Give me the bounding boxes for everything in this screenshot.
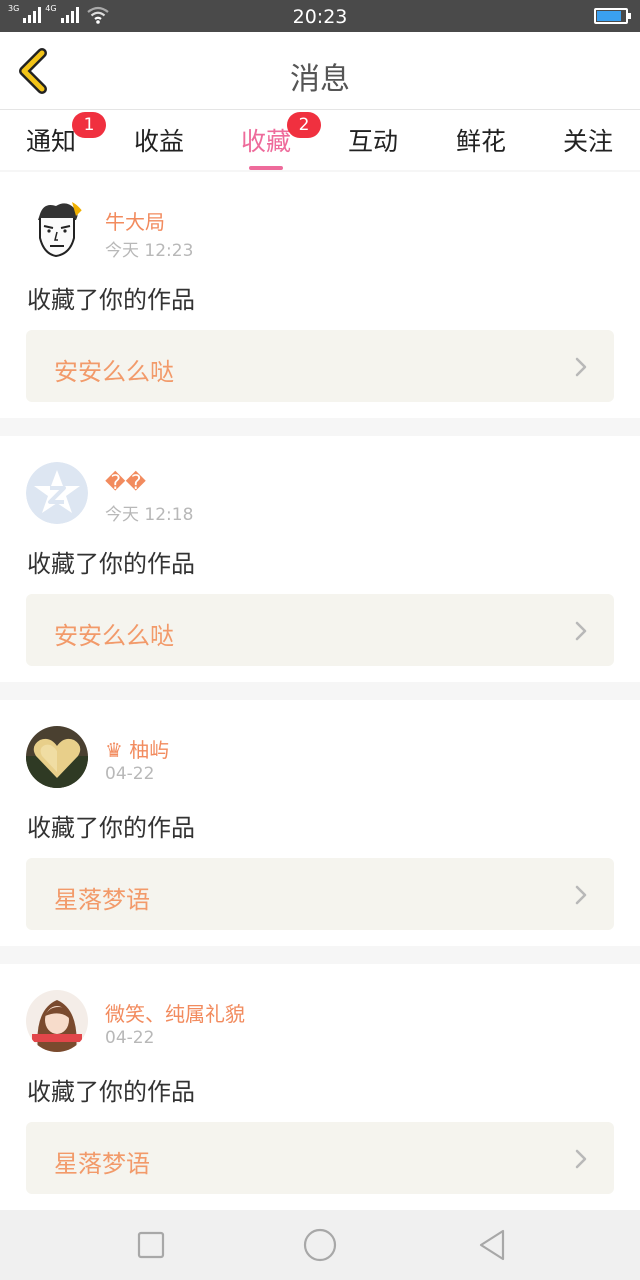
avatar[interactable]	[26, 198, 88, 260]
chevron-right-icon	[575, 1149, 587, 1169]
chevron-right-icon	[575, 621, 587, 641]
triangle-back-icon[interactable]	[476, 1228, 510, 1262]
tab-favorites[interactable]: 收藏 2	[240, 112, 322, 170]
chevron-right-icon	[575, 357, 587, 377]
active-tab-indicator	[248, 166, 283, 170]
heart-photo-avatar-icon	[26, 726, 88, 788]
username[interactable]: 牛大局	[105, 206, 165, 235]
tab-label: 通知	[25, 127, 77, 156]
work-link[interactable]: 安安么么哒	[26, 330, 614, 402]
unread-badge: 1	[72, 112, 107, 138]
tab-earnings[interactable]: 收益	[134, 122, 184, 158]
square-icon[interactable]	[134, 1228, 168, 1262]
system-nav-bar	[0, 1210, 640, 1280]
tab-label: 鲜花	[455, 127, 507, 156]
message-card: �� 今天 12:18 收藏了你的作品 安安么么哒	[0, 436, 640, 682]
battery-level	[597, 11, 621, 21]
message-text: 收藏了你的作品	[27, 1078, 195, 1106]
message-card: 微笑、纯属礼貌 04-22 收藏了你的作品 星落梦语	[0, 964, 640, 1210]
tab-label: 收藏	[240, 127, 292, 156]
work-title: 星落梦语	[54, 1150, 150, 1178]
work-title: 安安么么哒	[54, 358, 174, 386]
tab-following[interactable]: 关注	[563, 122, 613, 158]
username[interactable]: ♛ 柚屿	[105, 734, 169, 763]
timestamp: 今天 12:18	[105, 505, 194, 525]
circle-icon[interactable]	[303, 1228, 337, 1262]
work-title: 安安么么哒	[54, 622, 174, 650]
message-card: 牛大局 今天 12:23 收藏了你的作品 安安么么哒	[0, 172, 640, 418]
default-z-avatar-icon	[26, 462, 88, 524]
avatar[interactable]	[26, 990, 88, 1052]
work-link[interactable]: 星落梦语	[26, 858, 614, 930]
message-text: 收藏了你的作品	[27, 814, 195, 842]
message-card: ♛ 柚屿 04-22 收藏了你的作品 星落梦语	[0, 700, 640, 946]
username[interactable]: ��	[105, 470, 146, 494]
chevron-right-icon	[575, 885, 587, 905]
timestamp: 04-22	[105, 764, 155, 784]
avatar[interactable]	[26, 462, 88, 524]
tab-label: 关注	[562, 127, 614, 156]
status-bar: 3G 4G 20:23	[0, 0, 640, 32]
tab-flowers[interactable]: 鲜花	[456, 122, 506, 158]
cartoon-face-avatar-icon	[26, 198, 88, 260]
timestamp: 今天 12:23	[105, 241, 194, 261]
work-link[interactable]: 安安么么哒	[26, 594, 614, 666]
tab-label: 互动	[347, 127, 399, 156]
tab-interactions[interactable]: 互动	[348, 122, 398, 158]
message-text: 收藏了你的作品	[27, 286, 195, 314]
unread-badge: 2	[287, 112, 322, 138]
tab-bar: 通知 1 收益 收藏 2 互动 鲜花 关注	[0, 110, 640, 170]
battery-icon	[594, 8, 631, 24]
screen: 3G 4G 20:23 消息 通知 1 收益 收藏 2 互动 鲜花 关注 牛大局…	[0, 0, 640, 1280]
tab-label: 收益	[133, 127, 185, 156]
tab-notifications[interactable]: 通知 1	[25, 112, 107, 158]
timestamp: 04-22	[105, 1028, 155, 1048]
status-time: 20:23	[292, 6, 348, 28]
girl-photo-avatar-icon	[26, 990, 88, 1052]
message-text: 收藏了你的作品	[27, 550, 195, 578]
work-title: 星落梦语	[54, 886, 150, 914]
work-link[interactable]: 星落梦语	[26, 1122, 614, 1194]
username[interactable]: 微笑、纯属礼貌	[105, 998, 245, 1027]
avatar[interactable]	[26, 726, 88, 788]
page-title: 消息	[290, 62, 350, 97]
header: 消息	[0, 32, 640, 110]
